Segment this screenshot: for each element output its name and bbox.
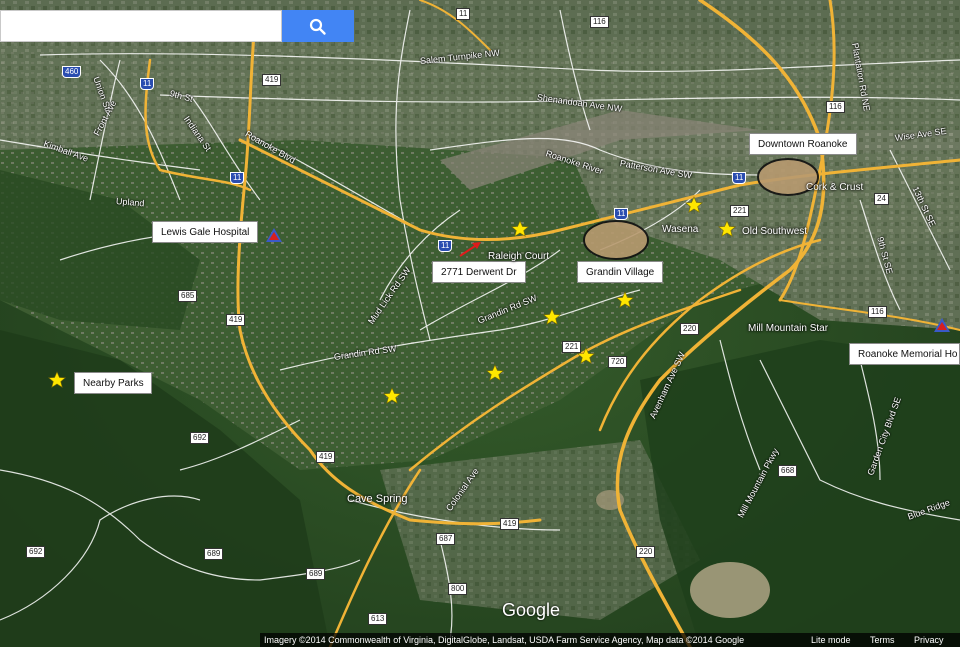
place-cork-crust: Cork & Crust	[806, 182, 864, 193]
route-shield: 221	[562, 341, 582, 353]
search-icon	[309, 18, 326, 35]
route-shield: 24	[874, 193, 889, 205]
route-shield: 419	[500, 518, 520, 530]
satellite-map[interactable]: Downtown Roanoke Lewis Gale Hospital 277…	[0, 0, 960, 647]
search-button[interactable]	[282, 10, 354, 42]
route-shield: 692	[190, 432, 210, 444]
route-shield: 11	[614, 208, 629, 220]
route-shield: 800	[448, 583, 468, 595]
route-shield: 687	[436, 533, 456, 545]
route-shield: 11	[438, 240, 453, 252]
lite-mode-link[interactable]: Lite mode	[811, 633, 851, 647]
route-shield: 419	[226, 314, 246, 326]
label-lewis-gale-hospital: Lewis Gale Hospital	[152, 221, 259, 243]
route-shield: 613	[368, 613, 388, 625]
privacy-link[interactable]: Privacy	[914, 633, 944, 647]
route-shield: 11	[230, 172, 245, 184]
route-shield: 668	[778, 465, 798, 477]
route-shield: 11	[732, 172, 747, 184]
route-shield: 11	[140, 78, 155, 90]
route-shield: 685	[178, 290, 198, 302]
route-shield: 460	[62, 66, 82, 78]
route-shield: 692	[26, 546, 46, 558]
route-shield: 220	[636, 546, 656, 558]
route-shield: 116	[590, 16, 609, 28]
label-address: 2771 Derwent Dr	[432, 261, 526, 283]
label-nearby-parks: Nearby Parks	[74, 372, 152, 394]
attribution-bar: Imagery ©2014 Commonwealth of Virginia, …	[260, 633, 960, 647]
label-roanoke-memorial: Roanoke Memorial Ho	[849, 343, 960, 365]
place-wasena: Wasena	[662, 224, 699, 235]
route-shield: 221	[730, 205, 750, 217]
search-input[interactable]	[0, 10, 282, 42]
grandin-area-highlight	[583, 220, 649, 260]
route-shield: 419	[316, 451, 336, 463]
route-shield: 720	[608, 356, 628, 368]
route-shield: 116	[868, 306, 887, 318]
place-cave-spring: Cave Spring	[347, 493, 408, 505]
route-shield: 11	[456, 8, 471, 20]
google-logo: Google	[502, 600, 561, 620]
place-old-southwest: Old Southwest	[742, 226, 808, 237]
route-shield: 419	[262, 74, 282, 86]
label-downtown-roanoke: Downtown Roanoke	[749, 133, 857, 155]
place-mill-mountain-star: Mill Mountain Star	[748, 323, 829, 334]
route-shield: 116	[826, 101, 845, 113]
route-shield: 689	[204, 548, 224, 560]
attribution-text: Imagery ©2014 Commonwealth of Virginia, …	[264, 635, 745, 645]
label-grandin-village: Grandin Village	[577, 261, 664, 283]
terms-link[interactable]: Terms	[870, 633, 895, 647]
place-raleigh-court: Raleigh Court	[488, 251, 550, 262]
route-shield: 220	[680, 323, 700, 335]
route-shield: 689	[306, 568, 326, 580]
